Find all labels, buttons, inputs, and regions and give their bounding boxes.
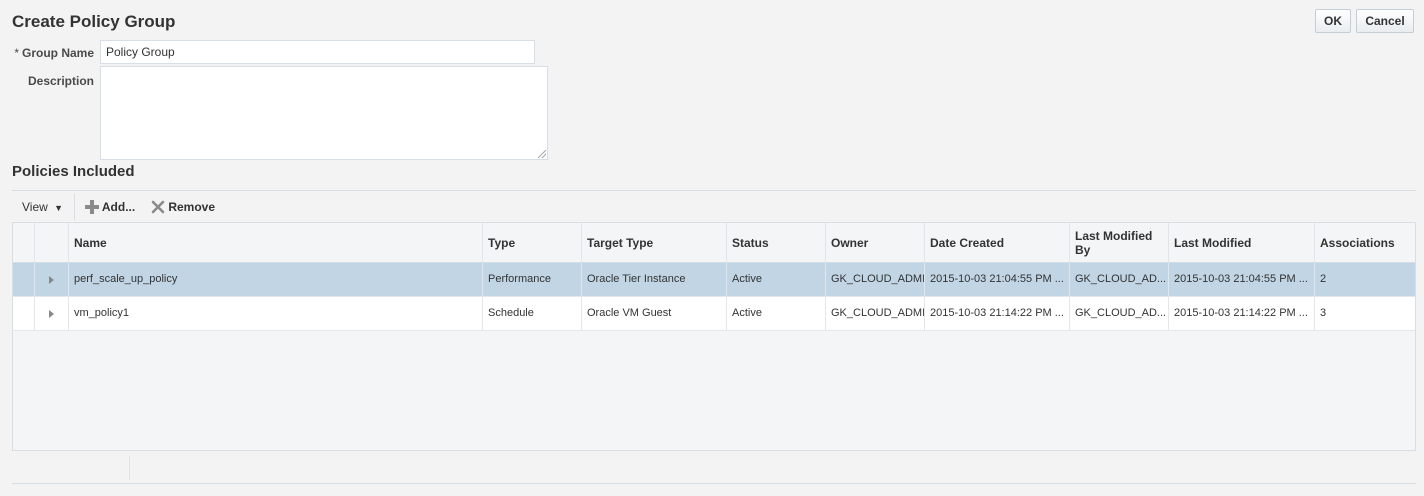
cell-associations: 3 [1320,307,1327,319]
plus-icon [85,200,99,214]
table-row[interactable]: perf_scale_up_policy Performance Oracle … [13,263,1415,297]
cell-status: Active [727,297,826,330]
cell-last-modified: 2015-10-03 21:14:22 PM ... [1169,297,1315,330]
row-selector[interactable] [13,297,35,330]
ok-button[interactable]: OK [1315,9,1351,33]
row-expander[interactable] [35,297,69,330]
cell-type: Performance [483,263,582,296]
cell-owner: GK_CLOUD_ADMIN [826,263,925,296]
cell-owner: GK_CLOUD_ADMIN [826,297,925,330]
page-title: Create Policy Group [12,12,176,31]
cell-last-modified-by: GK_CLOUD_AD... [1070,297,1169,330]
remove-button[interactable]: Remove [151,192,215,222]
policies-table: Name Type Target Type Status Owner Date … [12,222,1416,451]
row-expander[interactable] [35,263,69,296]
cell-target-type: Oracle VM Guest [582,297,727,330]
cell-date-created: 2015-10-03 21:04:55 PM ... [925,263,1070,296]
cell-name: perf_scale_up_policy [69,263,483,296]
policies-section-title: Policies Included [12,163,135,180]
add-button-label: Add... [101,200,136,214]
group-name-label-text: Group Name [21,46,94,60]
cell-type: Schedule [483,297,582,330]
table-header: Name Type Target Type Status Owner Date … [13,223,1415,263]
header-expander-cell [35,223,69,262]
footer-separator [129,456,130,480]
column-header-target-type[interactable]: Target Type [582,223,727,262]
expand-arrow-icon[interactable] [49,275,54,284]
column-header-last-modified[interactable]: Last Modified [1169,223,1315,262]
table-row[interactable]: vm_policy1 Schedule Oracle VM Guest Acti… [13,297,1415,331]
header-selector-cell [13,223,35,262]
chevron-down-icon: ▼ [54,203,64,213]
add-button[interactable]: Add... [85,192,135,222]
view-menu-label: View [22,200,48,214]
cell-date-created: 2015-10-03 21:14:22 PM ... [925,297,1070,330]
column-header-date-created[interactable]: Date Created [925,223,1070,262]
column-header-type[interactable]: Type [483,223,582,262]
remove-button-label: Remove [168,200,216,214]
cell-last-modified-by: GK_CLOUD_AD... [1070,263,1169,296]
view-menu[interactable]: View ▼ [22,192,63,222]
column-header-owner[interactable]: Owner [826,223,925,262]
column-header-name[interactable]: Name [69,223,483,262]
remove-x-icon [151,200,165,214]
group-name-input[interactable] [100,40,535,64]
description-label: Description [27,74,94,88]
column-header-status[interactable]: Status [727,223,826,262]
cell-associations: 2 [1320,273,1327,285]
description-wrapper [100,66,548,160]
required-marker: * [14,46,19,60]
cell-status: Active [727,263,826,296]
group-name-label: * Group Name [14,46,94,60]
column-header-last-modified-by[interactable]: Last Modified By [1070,223,1169,262]
column-header-associations[interactable]: Associations [1315,223,1415,262]
description-textarea[interactable] [100,66,548,160]
cell-target-type: Oracle Tier Instance [582,263,727,296]
section-divider [12,190,1416,191]
cancel-button[interactable]: Cancel [1356,9,1414,33]
row-selector[interactable] [13,263,35,296]
resize-grip-icon[interactable] [538,150,546,158]
cell-name: vm_policy1 [69,297,483,330]
toolbar-separator [74,194,75,220]
policies-toolbar: View ▼ Add... Remove [12,192,1416,222]
footer-divider [12,483,1416,484]
expand-arrow-icon[interactable] [49,309,54,318]
cell-last-modified: 2015-10-03 21:04:55 PM ... [1169,263,1315,296]
